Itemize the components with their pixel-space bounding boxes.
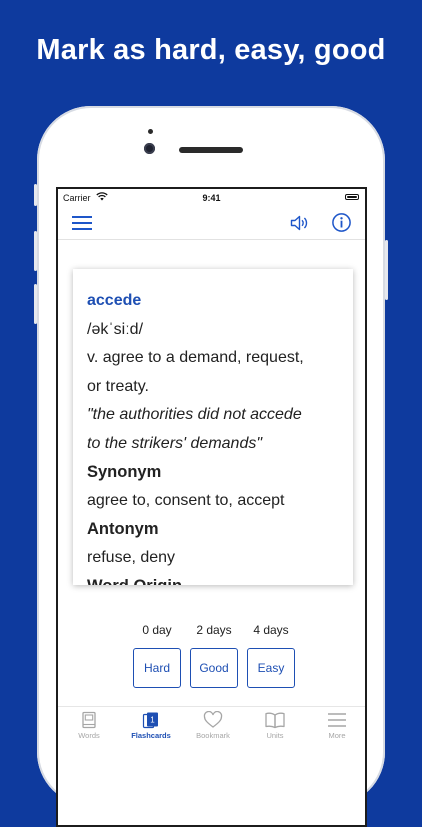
interval-good: 2 days [196, 623, 232, 637]
card-word: accede [87, 292, 142, 309]
interval-easy: 4 days [253, 623, 289, 637]
phone-power-button [385, 240, 388, 300]
menu-icon [328, 713, 346, 727]
info-icon[interactable] [331, 212, 352, 233]
headline: Mark as hard, easy, good [36, 34, 386, 66]
tab-bar: Words 1 Flashcards Bookmark Units More [58, 706, 365, 745]
card-pronunciation: /əkˈsiːd/ [87, 320, 144, 338]
synonym-title: Synonym [87, 463, 162, 481]
tab-bookmark-label: Bookmark [196, 731, 230, 740]
tab-words-label: Words [78, 731, 100, 740]
phone-volume-down [34, 284, 37, 324]
tab-bookmark[interactable]: Bookmark [182, 707, 244, 745]
tab-flashcards-label: Flashcards [131, 731, 171, 740]
front-camera [144, 143, 155, 154]
antonym-list: refuse, deny [87, 548, 176, 566]
status-time: 9:41 [202, 193, 221, 203]
flashcard[interactable]: accede /əkˈsiːd/ v. agree to a demand, r… [73, 269, 353, 585]
proximity-sensor [148, 129, 153, 134]
tab-flashcards[interactable]: 1 Flashcards [120, 707, 182, 745]
heart-icon [203, 711, 223, 728]
card-definition-line-1: v. agree to a demand, request, [87, 349, 304, 366]
phone-volume-up [34, 231, 37, 271]
synonym-list: agree to, consent to, accept [87, 491, 285, 509]
flashcards-icon: 1 [142, 712, 158, 729]
battery-icon [345, 194, 359, 200]
app-screen: Carrier 9:41 accede /əkˈsiːd/ v. agree t… [56, 187, 367, 827]
phone-frame: Carrier 9:41 accede /əkˈsiːd/ v. agree t… [34, 106, 388, 827]
open-book-icon [265, 712, 285, 729]
card-definition-line-2: or treaty. [87, 377, 149, 395]
antonym-title: Antonym [87, 520, 159, 538]
good-button[interactable]: Good [190, 648, 238, 688]
phone-mute-switch [34, 184, 37, 206]
interval-hard: 0 day [142, 623, 172, 637]
hamburger-menu-icon[interactable] [72, 215, 92, 231]
earpiece-speaker [179, 147, 243, 153]
hard-button[interactable]: Hard [133, 648, 181, 688]
tab-more-label: More [328, 731, 346, 740]
svg-text:1: 1 [150, 716, 155, 725]
status-bar: Carrier 9:41 [58, 189, 365, 207]
book-icon [82, 711, 96, 729]
nav-bar [58, 207, 365, 240]
card-example-line-2: to the strikers' demands" [87, 434, 263, 452]
speaker-icon[interactable] [289, 213, 309, 233]
card-example-line-1: "the authorities did not accede [87, 406, 302, 423]
tab-units-label: Units [266, 731, 284, 740]
tab-words[interactable]: Words [58, 707, 120, 745]
tab-units[interactable]: Units [244, 707, 306, 745]
word-origin-title: Word Origin [87, 572, 339, 585]
easy-button[interactable]: Easy [247, 648, 295, 688]
tab-more[interactable]: More [306, 707, 368, 745]
